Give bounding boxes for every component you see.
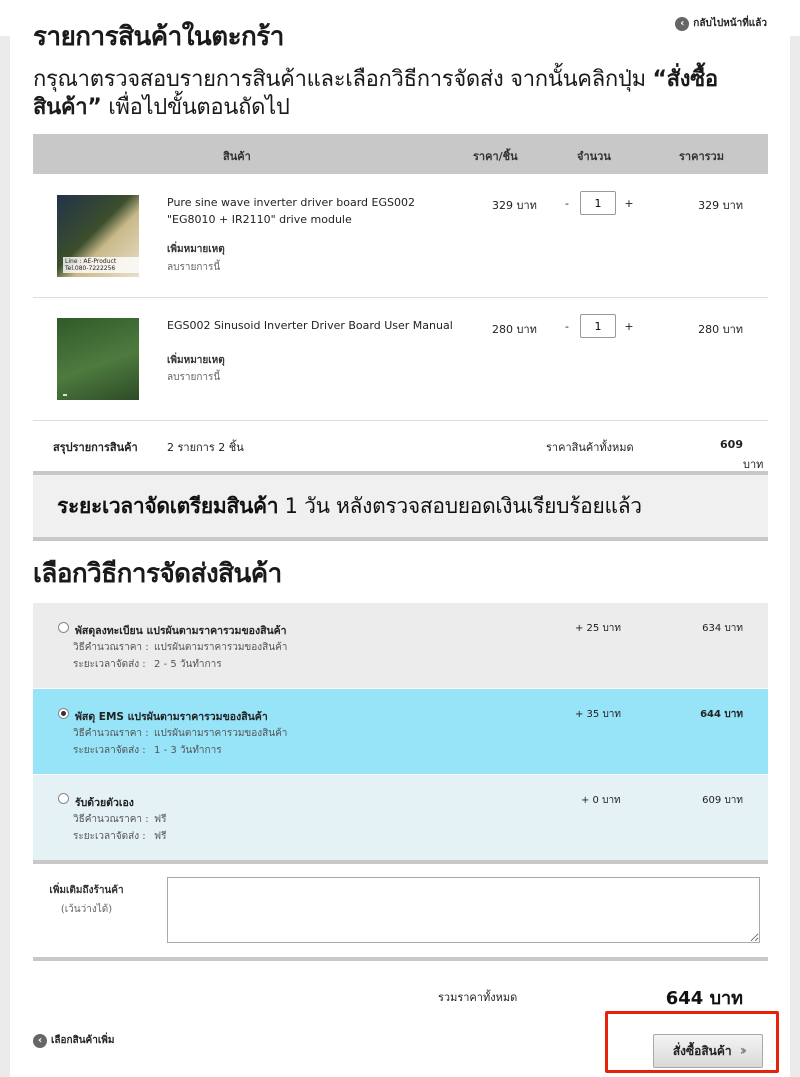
shipping-method: วิธีคำนวณราคา : แปรผันตามราคารวมของสินค้า (73, 726, 287, 741)
divider (33, 860, 768, 864)
time-value: ฟรี (154, 831, 167, 842)
summary-total-label: ราคาสินค้าทั้งหมด (546, 441, 634, 454)
shipping-radio[interactable] (58, 793, 69, 804)
prep-time-rest: 1 วัน หลังตรวจสอบยอดเงินเรียบร้อยแล้ว (278, 494, 642, 518)
product-name-line1: Pure sine wave inverter driver board EGS… (167, 196, 415, 209)
shipping-time: ระยะเวลาจัดส่ง : 2 - 5 วันทำการ (73, 657, 222, 672)
time-value: 1 - 3 วันทำการ (154, 745, 222, 756)
shipping-option-total: 634 บาท (702, 623, 743, 634)
summary-label: สรุปรายการสินค้า (53, 441, 138, 454)
shipping-time: ระยะเวลาจัดส่ง : 1 - 3 วันทำการ (73, 743, 222, 758)
product-name-line1: EGS002 Sinusoid Inverter Driver Board Us… (167, 319, 453, 332)
shipping-option-total: 609 บาท (702, 795, 743, 806)
time-label: ระยะเวลาจัดส่ง : (73, 659, 146, 670)
row-total: 329 บาท (698, 199, 743, 212)
shipping-radio[interactable] (58, 622, 69, 633)
unit-price: 329 บาท (492, 199, 537, 212)
chevron-left-icon: ‹ (33, 1033, 47, 1048)
product-thumbnail[interactable]: Line : AE-Product Tel.080-7222256 (57, 195, 139, 277)
shipping-option-name: พัสดุ EMS แปรผันตามราคารวมของสินค้า (75, 711, 268, 723)
order-button[interactable]: สั่งซื้อสินค้า ›› (653, 1034, 763, 1068)
cart-table-header: สินค้า ราคา/ชิ้น จำนวน ราคารวม (33, 134, 768, 174)
remark-textarea[interactable] (167, 877, 760, 943)
cart-row: Line : AE-Product Tel.080-7222256 Pure s… (33, 174, 768, 298)
page-title: รายการสินค้าในตะกร้า (33, 22, 284, 52)
col-quantity: จำนวน (577, 150, 611, 163)
summary-total-value: 609 บาท (720, 438, 763, 471)
instruction-text: กรุณาตรวจสอบรายการสินค้าและเลือกวิธีการจ… (33, 66, 773, 122)
shipping-radio[interactable] (58, 708, 69, 719)
double-chevron-right-icon: ›› (739, 1043, 747, 1059)
shipping-title: เลือกวิธีการจัดส่งสินค้า (33, 559, 282, 589)
chevron-left-icon: ‹ (675, 16, 690, 31)
time-label: ระยะเวลาจัดส่ง : (73, 745, 146, 756)
unit-price: 280 บาท (492, 323, 537, 336)
decrease-button[interactable]: - (558, 197, 576, 210)
shipping-option-total: 644 บาท (700, 709, 743, 720)
instruction-post: เพื่อไปขั้นตอนถัดไป (101, 95, 290, 120)
col-total: ราคารวม (679, 150, 724, 163)
shipping-option-name: รับด้วยตัวเอง (75, 797, 134, 809)
method-value: ฟรี (154, 814, 167, 825)
prep-time-banner: ระยะเวลาจัดเตรียมสินค้า 1 วัน หลังตรวจสอ… (33, 475, 768, 537)
continue-shopping-label: เลือกสินค้าเพิ่ม (51, 1035, 115, 1046)
method-label: วิธีคำนวณราคา : (73, 814, 149, 825)
divider (33, 537, 768, 541)
product-thumbnail[interactable] (57, 318, 139, 400)
shipping-add-cost: + 25 บาท (575, 623, 622, 634)
divider (33, 957, 768, 961)
remove-item-link[interactable]: ลบรายการนี้ (167, 260, 220, 275)
cart-page: รายการสินค้าในตะกร้า ‹ กลับไปหน้าที่แล้ว… (10, 0, 790, 1077)
shipping-option-registered[interactable]: พัสดุลงทะเบียน แปรผันตามราคารวมของสินค้า… (33, 603, 768, 688)
increase-button[interactable]: + (620, 320, 638, 333)
thumbnail-label: Line : AE-Product Tel.080-7222256 (63, 257, 139, 273)
method-value: แปรผันตามราคารวมของสินค้า (154, 728, 288, 739)
col-product: สินค้า (223, 150, 251, 163)
cart-row: EGS002 Sinusoid Inverter Driver Board Us… (33, 298, 768, 421)
cart-summary: สรุปรายการสินค้า 2 รายการ 2 ชิ้น ราคาสิน… (33, 421, 768, 471)
remark-label: เพิ่มเติมถึงร้านค้า (เว้นว่างได้) (33, 883, 140, 917)
increase-button[interactable]: + (620, 197, 638, 210)
prep-time-bold: ระยะเวลาจัดเตรียมสินค้า (57, 494, 279, 518)
instruction-pre: กรุณาตรวจสอบรายการสินค้าและเลือกวิธีการจ… (33, 67, 653, 92)
shipping-option-pickup[interactable]: รับด้วยตัวเอง วิธีคำนวณราคา : ฟรี ระยะเวล… (33, 775, 768, 860)
product-name[interactable]: EGS002 Sinusoid Inverter Driver Board Us… (167, 317, 453, 334)
quantity-stepper: - + (558, 191, 638, 215)
continue-shopping-link[interactable]: ‹ เลือกสินค้าเพิ่ม (33, 1033, 114, 1048)
quantity-input[interactable] (580, 191, 616, 215)
decrease-button[interactable]: - (558, 320, 576, 333)
shipping-add-cost: + 0 บาท (581, 795, 621, 806)
order-button-label: สั่งซื้อสินค้า (672, 1043, 732, 1058)
add-note-link[interactable]: เพิ่มหมายเหตุ (167, 242, 225, 257)
method-label: วิธีคำนวณราคา : (73, 728, 149, 739)
grand-total-label: รวมราคาทั้งหมด (438, 991, 518, 1004)
shipping-option-ems[interactable]: พัสดุ EMS แปรผันตามราคารวมของสินค้า วิธี… (33, 689, 768, 774)
shipping-add-cost: + 35 บาท (575, 709, 622, 720)
product-name-line2: "EG8010 + IR2110" drive module (167, 213, 352, 226)
method-label: วิธีคำนวณราคา : (73, 642, 149, 653)
shipping-method: วิธีคำนวณราคา : แปรผันตามราคารวมของสินค้า (73, 640, 287, 655)
time-value: 2 - 5 วันทำการ (154, 659, 222, 670)
thumbnail-label (63, 394, 67, 396)
quantity-input[interactable] (580, 314, 616, 338)
quantity-stepper: - + (558, 314, 638, 338)
row-total: 280 บาท (698, 323, 743, 336)
back-link[interactable]: ‹ กลับไปหน้าที่แล้ว (675, 16, 767, 31)
back-link-label: กลับไปหน้าที่แล้ว (693, 18, 767, 29)
add-note-link[interactable]: เพิ่มหมายเหตุ (167, 353, 225, 368)
shipping-method: วิธีคำนวณราคา : ฟรี (73, 812, 166, 827)
col-unit-price: ราคา/ชิ้น (473, 150, 518, 163)
summary-count: 2 รายการ 2 ชิ้น (167, 441, 244, 454)
remark-hint: (เว้นว่างได้) (60, 904, 113, 915)
shipping-option-name: พัสดุลงทะเบียน แปรผันตามราคารวมของสินค้า (75, 625, 287, 637)
remove-item-link[interactable]: ลบรายการนี้ (167, 370, 220, 385)
shipping-time: ระยะเวลาจัดส่ง : ฟรี (73, 829, 166, 844)
method-value: แปรผันตามราคารวมของสินค้า (154, 642, 288, 653)
product-name[interactable]: Pure sine wave inverter driver board EGS… (167, 194, 415, 228)
grand-total-value: 644 บาท (665, 988, 743, 1009)
summary-total-number: 609 (720, 438, 743, 451)
remark-label-text: เพิ่มเติมถึงร้านค้า (49, 885, 124, 896)
time-label: ระยะเวลาจัดส่ง : (73, 831, 146, 842)
